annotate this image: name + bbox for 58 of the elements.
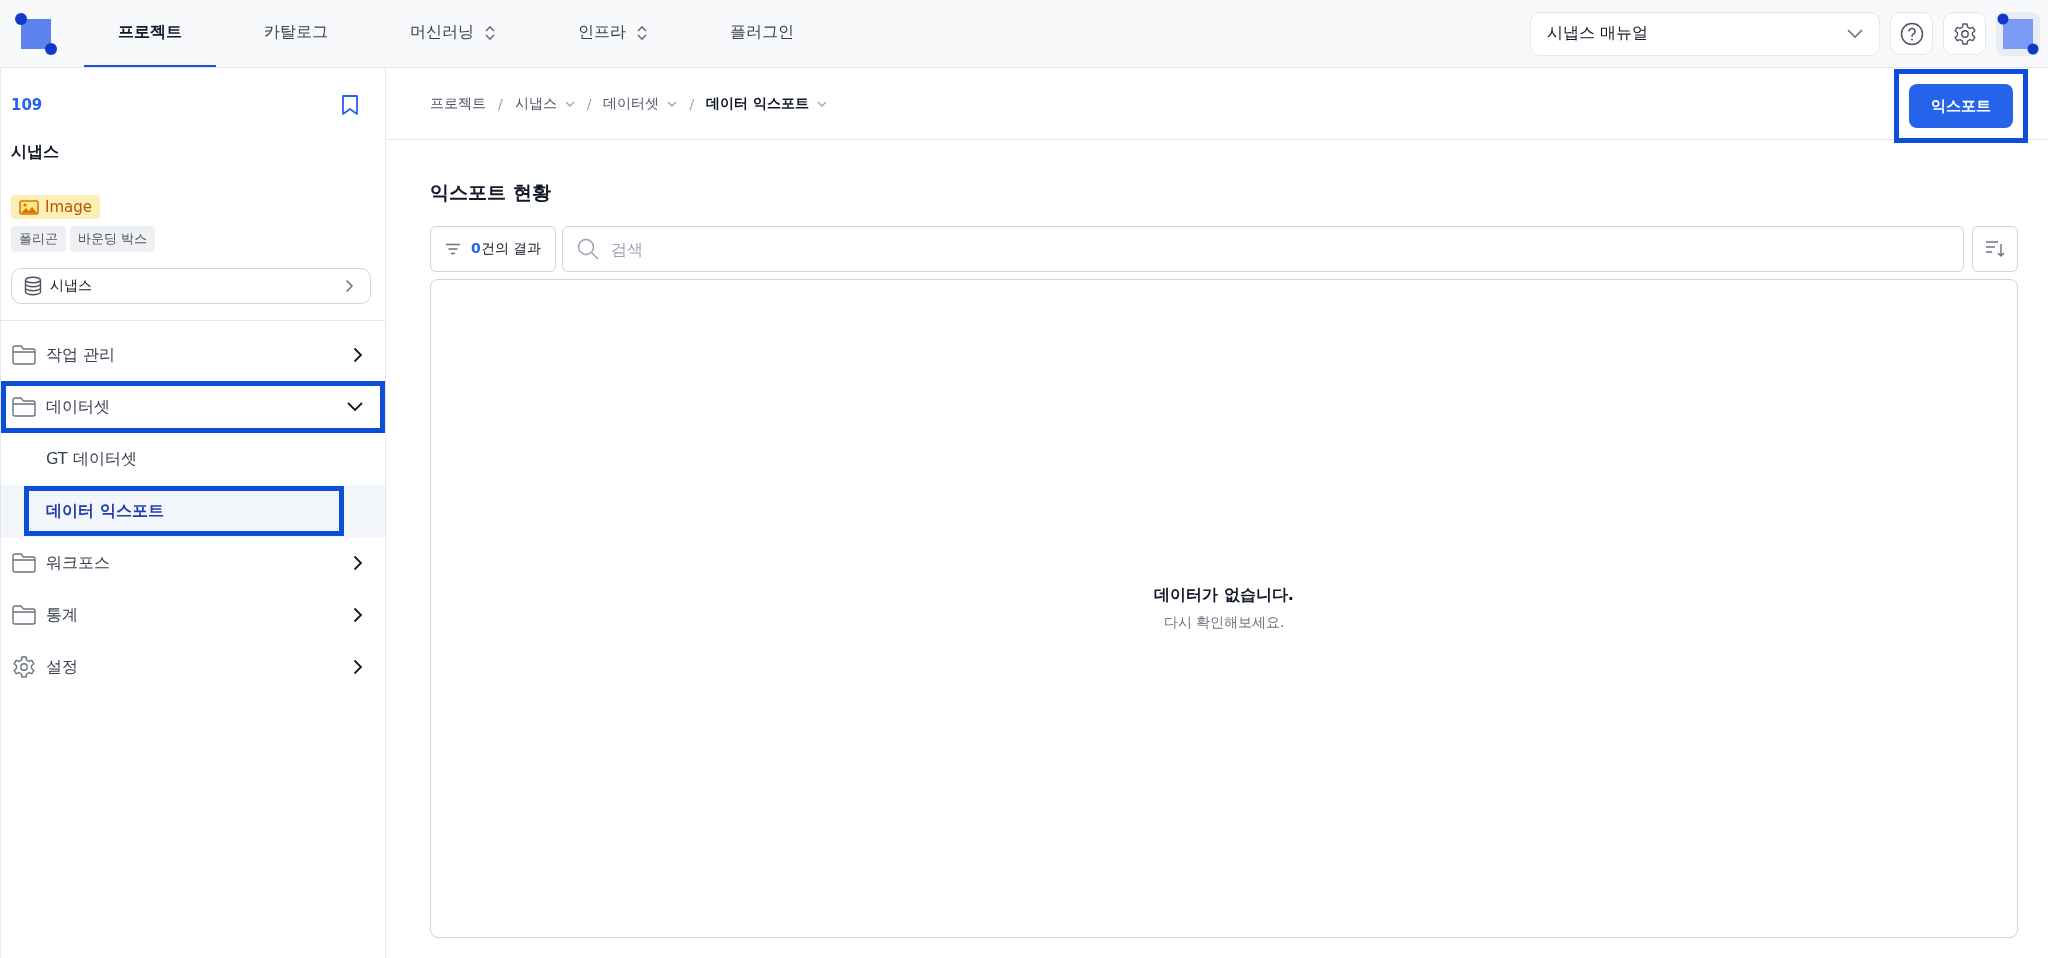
submenu-item[interactable]: GT 데이터셋 [24,434,344,484]
help-button[interactable] [1890,12,1933,55]
submenu-item[interactable]: 데이터 익스포트 [24,486,344,536]
filter-button[interactable]: 0건의 결과 [430,226,557,272]
empty-title: 데이터가 없습니다. [1154,585,1294,606]
menu-item[interactable]: 설정 [1,641,385,693]
data-type-label: Image [45,198,92,216]
menu-item[interactable]: 워크포스 [1,537,385,589]
folder-icon [12,605,36,625]
chevron-right-icon [353,347,363,363]
project-id: 109 [11,96,43,114]
breadcrumb-separator: / [689,95,695,112]
search-icon [577,238,600,260]
sort-icon [1985,240,2005,258]
sort-button[interactable] [1972,226,2018,272]
breadcrumb-separator: / [498,95,503,112]
export-button[interactable]: 익스포트 [1909,84,2013,128]
chevron-right-icon [353,659,363,675]
bookmark-icon[interactable] [341,94,359,116]
breadcrumb-link[interactable]: 데이터 익스포트 [706,94,828,113]
breadcrumb-link[interactable]: 시냅스 [514,94,575,113]
nav-tab[interactable]: 카탈로그 [230,0,362,67]
menu-item[interactable]: 데이터셋 [1,381,385,433]
database-icon [24,276,42,296]
empty-subtitle: 다시 확인해보세요. [1163,614,1285,632]
chevron-down-icon [1847,28,1863,39]
label-tag: 바운딩 박스 [70,226,156,252]
label-tag: 폴리곤 [11,226,66,252]
project-name: 시냅스 [10,141,60,163]
dataset-button[interactable]: 시냅스 [11,268,371,304]
manual-select[interactable]: 시냅스 매뉴얼 [1530,11,1880,56]
nav-tab[interactable]: 인프라 [544,0,682,67]
nav-tab[interactable]: 프로젝트 [84,0,216,67]
breadcrumb-separator: / [586,95,592,112]
breadcrumb-link[interactable]: 데이터셋 [603,94,678,113]
menu-item[interactable]: 통계 [1,589,385,641]
chevron-down-icon [347,402,363,412]
nav-tab[interactable]: 머신러닝 [376,0,530,67]
breadcrumb-link[interactable]: 프로젝트 [430,94,486,113]
app-logo-avatar[interactable] [1996,11,2040,56]
chevron-right-icon [345,279,354,293]
folder-icon [12,345,36,365]
settings-icon [12,655,36,679]
settings-button[interactable] [1943,12,1986,55]
chevron-right-icon [353,555,363,571]
help-icon [1899,21,1924,46]
folder-icon [12,553,36,573]
page-title: 익스포트 현황 [430,180,552,205]
nav-tab[interactable]: 플러그인 [696,0,828,67]
chevron-right-icon [353,607,363,623]
folder-icon [12,397,36,417]
filter-icon [445,243,461,255]
image-icon [19,199,39,215]
settings-icon [1952,21,1977,46]
search-field[interactable]: 검색 [562,226,1964,272]
menu-item[interactable]: 작업 관리 [1,329,385,381]
logo-icon [1997,12,2039,55]
logo-icon[interactable] [14,11,58,56]
